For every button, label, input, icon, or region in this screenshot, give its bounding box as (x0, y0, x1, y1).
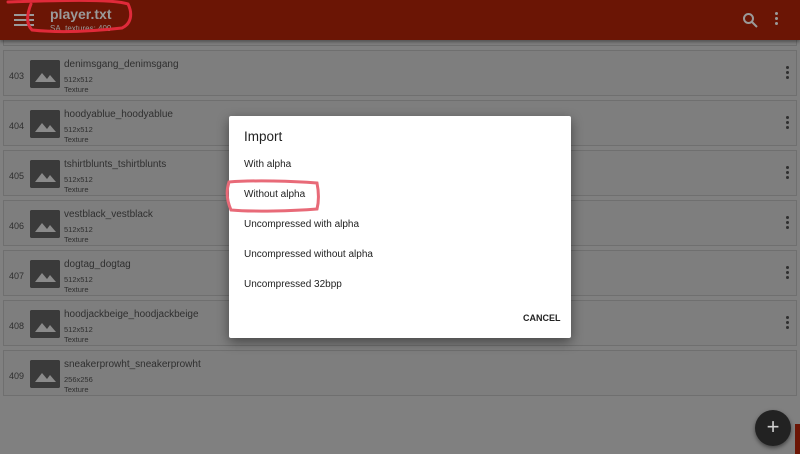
image-icon (30, 260, 60, 288)
image-icon (30, 310, 60, 338)
image-icon (30, 60, 60, 88)
option-uncompressed-without-alpha[interactable]: Uncompressed without alpha (244, 249, 373, 260)
more-vert-icon[interactable] (783, 216, 791, 232)
list-item[interactable]: 409 sneakerprowht_sneakerprowht 256x256 … (3, 350, 797, 396)
item-size: 512x512 (64, 175, 93, 184)
item-type: Texture (64, 235, 89, 244)
more-vert-icon[interactable] (783, 66, 791, 82)
option-uncompressed-with-alpha[interactable]: Uncompressed with alpha (244, 219, 359, 230)
dialog-title: Import (244, 129, 283, 144)
item-size: 512x512 (64, 275, 93, 284)
more-vert-icon[interactable] (783, 116, 791, 132)
more-vert-icon[interactable] (772, 12, 780, 28)
item-name: tshirtblunts_tshirtblunts (64, 159, 167, 170)
item-name: hoodjackbeige_hoodjackbeige (64, 309, 199, 320)
item-type: Texture (64, 285, 89, 294)
item-size: 512x512 (64, 125, 93, 134)
item-index: 406 (9, 221, 25, 231)
option-uncompressed-32bpp[interactable]: Uncompressed 32bpp (244, 279, 342, 290)
item-name: dogtag_dogtag (64, 259, 131, 270)
item-name: denimsgang_denimsgang (64, 59, 179, 70)
item-size: 512x512 (64, 225, 93, 234)
more-vert-icon[interactable] (783, 316, 791, 332)
app-title: player.txt (50, 6, 112, 22)
item-index: 403 (9, 71, 25, 81)
edge-strip (795, 424, 800, 454)
list-item[interactable]: 403 denimsgang_denimsgang 512x512 Textur… (3, 50, 797, 96)
item-size: 512x512 (64, 75, 93, 84)
item-type: Texture (64, 85, 89, 94)
item-type: Texture (64, 335, 89, 344)
image-icon (30, 160, 60, 188)
item-name: hoodyablue_hoodyablue (64, 109, 173, 120)
item-index: 407 (9, 271, 25, 281)
image-icon (30, 360, 60, 388)
cancel-button[interactable]: CANCEL (523, 313, 561, 323)
item-type: Texture (64, 385, 89, 394)
item-name: sneakerprowht_sneakerprowht (64, 359, 201, 370)
more-vert-icon[interactable] (783, 166, 791, 182)
add-icon[interactable]: + (755, 410, 791, 446)
item-type: Texture (64, 135, 89, 144)
item-size: 512x512 (64, 325, 93, 334)
item-index: 409 (9, 371, 25, 381)
image-icon (30, 210, 60, 238)
app-subtitle: SA_textures: 409 (50, 24, 112, 33)
image-icon (30, 110, 60, 138)
menu-icon[interactable] (14, 11, 34, 29)
item-size: 256x256 (64, 375, 93, 384)
item-type: Texture (64, 185, 89, 194)
search-icon[interactable] (742, 12, 758, 28)
item-index: 408 (9, 321, 25, 331)
item-name: vestblack_vestblack (64, 209, 153, 220)
item-index: 405 (9, 171, 25, 181)
app-bar: player.txt SA_textures: 409 (0, 0, 800, 40)
import-dialog: Import With alpha Without alpha Uncompre… (229, 116, 571, 338)
more-vert-icon[interactable] (783, 266, 791, 282)
item-index: 404 (9, 121, 25, 131)
option-with-alpha[interactable]: With alpha (244, 159, 291, 170)
option-without-alpha[interactable]: Without alpha (244, 189, 305, 200)
